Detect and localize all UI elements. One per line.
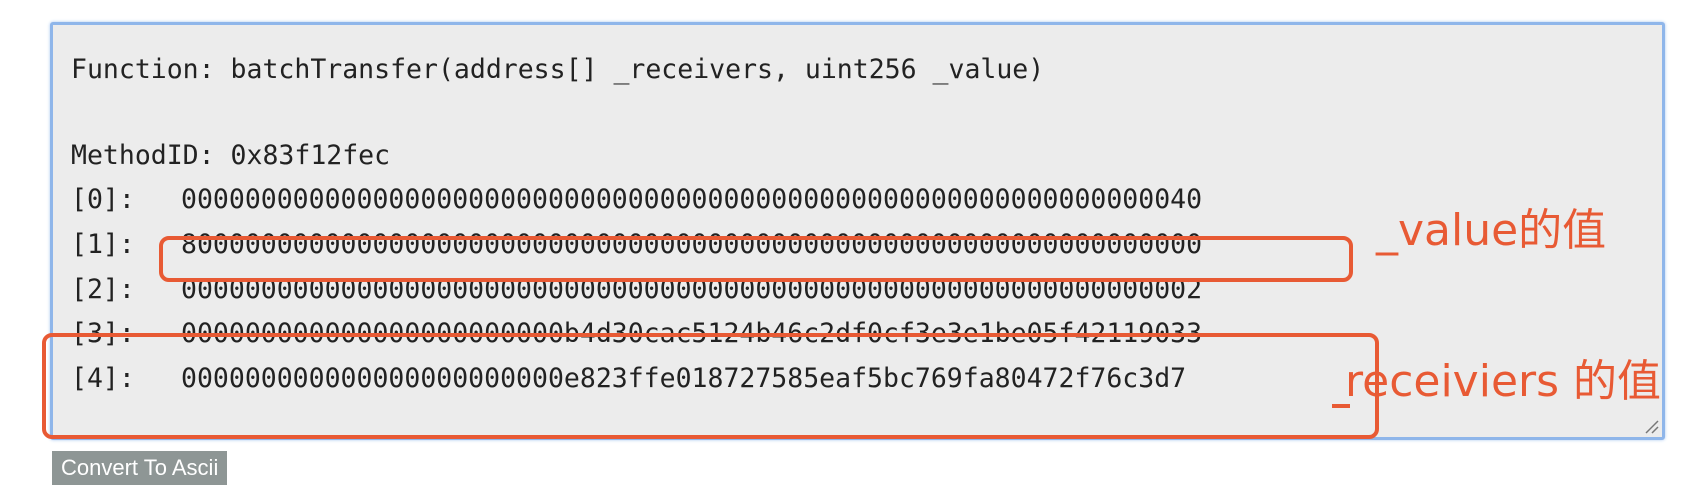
value-annotation-label: _value的值 [1376,205,1607,256]
param-index: [0]: [71,184,135,215]
resize-grip-icon[interactable] [1642,417,1660,435]
receivers-annotation-label: receiviers 的值 [1345,356,1662,407]
receivers-highlight-box [42,333,1379,439]
method-id: MethodID: 0x83f12fec [71,140,391,171]
function-signature: Function: batchTransfer(address[] _recei… [71,54,1045,85]
convert-to-ascii-button[interactable]: Convert To Ascii [52,451,228,485]
param-value: 0000000000000000000000000000000000000000… [181,184,1203,215]
param-row-0: [0]: 000000000000000000000000000000000000… [71,183,1202,217]
value-highlight-box [159,236,1353,282]
